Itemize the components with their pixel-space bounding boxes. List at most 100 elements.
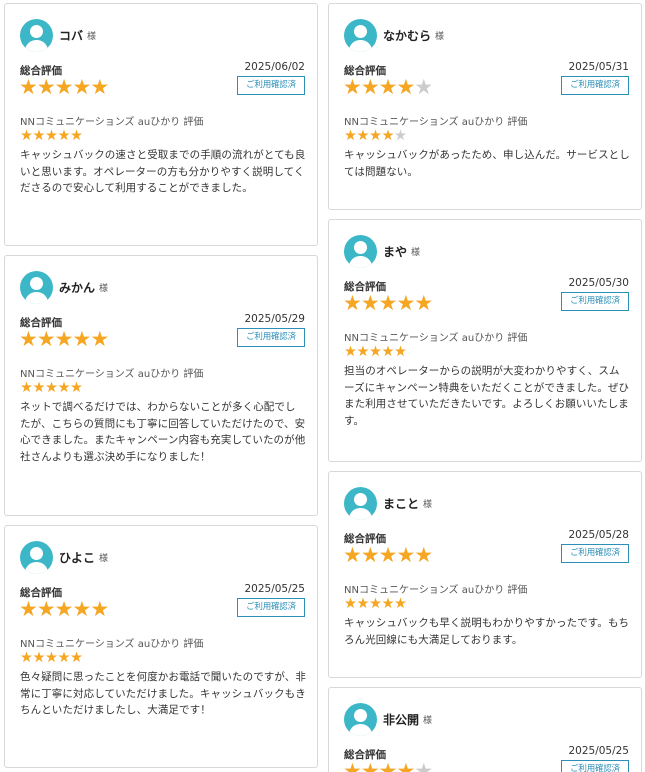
star-icon: ★ — [54, 75, 74, 99]
star-icon: ★ — [54, 327, 74, 351]
overall-rating-stars: ★★★★★ — [19, 327, 109, 351]
reviewer-header: みかん 様 — [20, 271, 108, 304]
star-icon: ★ — [396, 291, 415, 315]
star-icon: ★ — [343, 291, 362, 315]
honorific: 様 — [423, 716, 433, 726]
service-rating-stars: ★★★★★ — [344, 128, 407, 144]
star-icon: ★ — [19, 75, 38, 99]
review-card: ひよこ 様 総合評価 2025/05/25 ★★★★★ ご利用確認済 NNコミュ… — [4, 525, 318, 768]
service-rating-stars: ★★★★★ — [20, 380, 83, 396]
star-icon: ★ — [396, 543, 415, 567]
review-comment: キャッシュバックがあったため、申し込んだ。サービスとしては問題ない。 — [344, 149, 630, 178]
star-icon: ★ — [344, 344, 357, 360]
star-icon: ★ — [396, 75, 415, 99]
star-icon: ★ — [54, 597, 74, 621]
star-icon: ★ — [360, 543, 380, 567]
star-icon: ★ — [396, 759, 415, 772]
review-date: 2025/05/29 — [244, 313, 305, 325]
star-icon: ★ — [70, 380, 83, 396]
star-icon: ★ — [36, 75, 56, 99]
honorific: 様 — [99, 554, 109, 564]
star-icon: ★ — [19, 597, 38, 621]
overall-rating-stars: ★★★★★ — [343, 75, 433, 99]
star-icon: ★ — [356, 128, 370, 144]
service-rating-label: NNコミュニケーションズ auひかり 評価 — [20, 369, 204, 380]
reviewer-name: まこと — [383, 497, 420, 511]
review-card: まや 様 総合評価 2025/05/30 ★★★★★ ご利用確認済 NNコミュニ… — [328, 219, 642, 462]
verified-badge: ご利用確認済 — [561, 292, 629, 311]
service-rating-label: NNコミュニケーションズ auひかり 評価 — [20, 117, 204, 128]
service-rating-label: NNコミュニケーションズ auひかり 評価 — [344, 585, 528, 596]
star-icon: ★ — [369, 128, 382, 144]
review-date: 2025/06/02 — [244, 61, 305, 73]
user-avatar-icon — [20, 541, 53, 574]
star-icon: ★ — [90, 75, 109, 99]
star-icon: ★ — [378, 759, 398, 772]
overall-rating-stars: ★★★★★ — [343, 759, 433, 772]
user-avatar-icon — [20, 19, 53, 52]
star-icon: ★ — [20, 128, 33, 144]
service-rating-stars: ★★★★★ — [20, 128, 83, 144]
service-rating-stars: ★★★★★ — [344, 344, 407, 360]
star-icon: ★ — [90, 597, 109, 621]
star-icon: ★ — [20, 650, 33, 666]
honorific: 様 — [99, 284, 109, 294]
verified-badge: ご利用確認済 — [237, 328, 305, 347]
review-date: 2025/05/25 — [244, 583, 305, 595]
verified-badge: ご利用確認済 — [561, 76, 629, 95]
review-card: コバ 様 総合評価 2025/06/02 ★★★★★ ご利用確認済 NNコミュニ… — [4, 3, 318, 246]
star-icon: ★ — [360, 75, 380, 99]
star-icon: ★ — [344, 596, 357, 612]
star-icon: ★ — [381, 596, 395, 612]
reviewer-name: みかん — [59, 281, 96, 295]
review-date: 2025/05/25 — [568, 745, 629, 757]
star-icon: ★ — [344, 128, 357, 144]
user-avatar-icon — [344, 235, 377, 268]
review-comment: キャッシュバックも早く説明もわかりやすかったです。もちろん光回線にも大満足してお… — [344, 617, 630, 646]
star-icon: ★ — [57, 380, 71, 396]
star-icon: ★ — [394, 344, 407, 360]
star-icon: ★ — [36, 327, 56, 351]
reviewer-header: なかむら 様 — [344, 19, 444, 52]
verified-badge: ご利用確認済 — [561, 544, 629, 563]
reviewer-header: まこと 様 — [344, 487, 432, 520]
review-card: みかん 様 総合評価 2025/05/29 ★★★★★ ご利用確認済 NNコミュ… — [4, 255, 318, 516]
overall-rating-stars: ★★★★★ — [19, 597, 109, 621]
verified-badge: ご利用確認済 — [237, 76, 305, 95]
star-icon: ★ — [19, 327, 38, 351]
user-avatar-icon — [344, 19, 377, 52]
star-icon: ★ — [414, 759, 433, 772]
reviewer-header: コバ 様 — [20, 19, 96, 52]
star-icon: ★ — [343, 759, 362, 772]
reviewer-name: まや — [383, 245, 408, 259]
service-rating-stars: ★★★★★ — [20, 650, 83, 666]
star-icon: ★ — [45, 128, 58, 144]
verified-badge: ご利用確認済 — [237, 598, 305, 617]
review-card: 非公開 様 総合評価 2025/05/25 ★★★★★ ご利用確認済 — [328, 687, 642, 772]
star-icon: ★ — [72, 75, 91, 99]
overall-rating-stars: ★★★★★ — [343, 543, 433, 567]
star-icon: ★ — [394, 128, 407, 144]
review-comment: 色々疑問に思ったことを何度かお電話で聞いたのですが、非常に丁寧に対応していただけ… — [20, 671, 306, 716]
reviewer-name: 非公開 — [383, 713, 420, 727]
review-card: まこと 様 総合評価 2025/05/28 ★★★★★ ご利用確認済 NNコミュ… — [328, 471, 642, 678]
star-icon: ★ — [32, 650, 46, 666]
overall-rating-stars: ★★★★★ — [343, 291, 433, 315]
star-icon: ★ — [343, 543, 362, 567]
reviewer-header: まや 様 — [344, 235, 420, 268]
star-icon: ★ — [369, 344, 382, 360]
verified-badge: ご利用確認済 — [561, 760, 629, 772]
review-comment: ネットで調べるだけでは、わからないことが多く心配でしたが、こちらの質問にも丁寧に… — [20, 401, 306, 463]
star-icon: ★ — [378, 291, 398, 315]
star-icon: ★ — [360, 759, 380, 772]
star-icon: ★ — [414, 291, 433, 315]
reviewer-header: ひよこ 様 — [20, 541, 108, 574]
honorific: 様 — [435, 32, 445, 42]
star-icon: ★ — [57, 650, 71, 666]
star-icon: ★ — [378, 543, 398, 567]
honorific: 様 — [87, 32, 97, 42]
review-date: 2025/05/31 — [568, 61, 629, 73]
service-rating-stars: ★★★★★ — [344, 596, 407, 612]
star-icon: ★ — [36, 597, 56, 621]
reviewer-name: コバ — [59, 29, 84, 43]
